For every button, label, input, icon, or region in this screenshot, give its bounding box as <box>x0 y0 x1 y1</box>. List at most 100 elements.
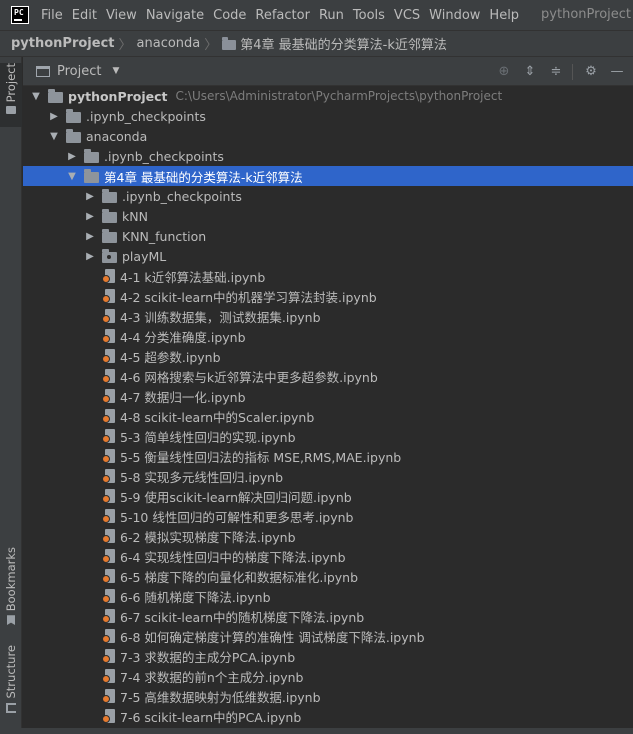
tree-item-folder[interactable]: ▶ .ipynb_checkpoints <box>23 106 633 126</box>
gear-icon[interactable]: ⚙ <box>583 64 599 80</box>
bookmark-icon <box>7 615 15 625</box>
tree-item-file[interactable]: ▸5-10 线性回归的可解性和更多思考.ipynb <box>23 506 633 526</box>
menu-help[interactable]: Help <box>489 8 519 23</box>
notebook-file-icon <box>102 428 115 444</box>
tree-item-file[interactable]: ▸4-4 分类准确度.ipynb <box>23 326 633 346</box>
notebook-file-icon <box>102 528 115 544</box>
chevron-down-icon[interactable]: ▼ <box>48 131 60 142</box>
tree-item-file[interactable]: ▸7-3 求数据的主成分PCA.ipynb <box>23 646 633 666</box>
menu-edit[interactable]: Edit <box>72 8 97 23</box>
folder-icon <box>102 208 117 223</box>
tree-item-folder[interactable]: ▶ kNN <box>23 206 633 226</box>
locate-icon[interactable]: ⊕ <box>496 64 512 80</box>
tool-tab-project-label: Project <box>4 63 18 103</box>
chevron-right-icon[interactable]: ▶ <box>66 151 78 162</box>
folder-icon <box>84 168 99 183</box>
notebook-file-icon <box>102 288 115 304</box>
expand-all-icon[interactable]: ⇕ <box>522 64 538 80</box>
project-path-hint: C:\Users\Administrator\PycharmProjects\p… <box>175 89 503 103</box>
breadcrumb: pythonProject 〉 anaconda 〉 第4章 最基础的分类算法-… <box>0 30 633 57</box>
collapse-all-icon[interactable]: ≑ <box>548 64 564 80</box>
menu-run[interactable]: Run <box>319 8 344 23</box>
tree-item-label: 4-8 scikit-learn中的Scaler.ipynb <box>120 409 315 425</box>
menu-code[interactable]: Code <box>213 8 246 23</box>
chevron-down-icon[interactable]: ▼ <box>66 171 78 182</box>
minimize-icon[interactable]: — <box>609 64 625 80</box>
tree-item-file[interactable]: ▸4-8 scikit-learn中的Scaler.ipynb <box>23 406 633 426</box>
tree-item-label: 4-1 k近邻算法基础.ipynb <box>120 269 266 285</box>
breadcrumb-item-anaconda[interactable]: anaconda <box>137 36 201 51</box>
tree-item-file[interactable]: ▸6-6 随机梯度下降法.ipynb <box>23 586 633 606</box>
chevron-right-icon[interactable]: ▶ <box>84 231 96 242</box>
tree-item-file[interactable]: ▸5-9 使用scikit-learn解决回归问题.ipynb <box>23 486 633 506</box>
chevron-down-icon[interactable]: ▼ <box>112 66 119 76</box>
tree-item-file[interactable]: ▸4-2 scikit-learn中的机器学习算法封装.ipynb <box>23 286 633 306</box>
tree-item-folder[interactable]: ▼ pythonProject C:\Users\Administrator\Pyc… <box>23 86 633 106</box>
tree-item-label: 5-3 简单线性回归的实现.ipynb <box>120 429 296 445</box>
notebook-file-icon <box>102 648 115 664</box>
notebook-file-icon <box>102 308 115 324</box>
menu-window[interactable]: Window <box>429 8 480 23</box>
folder-icon <box>66 108 81 123</box>
tree-item-folder[interactable]: ▶ .ipynb_checkpoints <box>23 146 633 166</box>
panel-title[interactable]: Project <box>57 64 101 79</box>
menu-refactor[interactable]: Refactor <box>255 8 310 23</box>
tree-item-label: 5-10 线性回归的可解性和更多思考.ipynb <box>120 509 354 525</box>
tree-item-file[interactable]: ▸4-6 网格搜索与k近邻算法中更多超参数.ipynb <box>23 366 633 386</box>
tree-item-file[interactable]: ▸6-5 梯度下降的向量化和数据标准化.ipynb <box>23 566 633 586</box>
tree-item-folder[interactable]: ▶ .ipynb_checkpoints <box>23 186 633 206</box>
tree-item-file[interactable]: ▸7-4 求数据的前n个主成分.ipynb <box>23 666 633 686</box>
folder-icon <box>6 106 16 115</box>
chevron-right-icon[interactable]: ▶ <box>84 251 96 262</box>
tree-item-label: .ipynb_checkpoints <box>104 148 224 164</box>
tree-item-file[interactable]: ▸5-5 衡量线性回归法的指标 MSE,RMS,MAE.ipynb <box>23 446 633 466</box>
menu-file[interactable]: File <box>41 8 63 23</box>
tree-item-file[interactable]: ▸4-1 k近邻算法基础.ipynb <box>23 266 633 286</box>
tree-item-folder[interactable]: ▶ KNN_function <box>23 226 633 246</box>
notebook-file-icon <box>102 708 115 724</box>
tree-item-file[interactable]: ▸4-3 训练数据集，测试数据集.ipynb <box>23 306 633 326</box>
tree-item-folder[interactable]: ▼ anaconda <box>23 126 633 146</box>
tree-item-file[interactable]: ▸6-7 scikit-learn中的随机梯度下降法.ipynb <box>23 606 633 626</box>
tool-tab-bookmarks[interactable]: Bookmarks <box>0 547 22 629</box>
chevron-right-icon[interactable]: ▶ <box>48 111 60 122</box>
tree-item-file[interactable]: ▸4-7 数据归一化.ipynb <box>23 386 633 406</box>
tree-item-label: anaconda <box>86 128 148 144</box>
menu-tools[interactable]: Tools <box>353 8 385 23</box>
tool-tab-project[interactable]: Project <box>0 63 22 127</box>
tree-item-file[interactable]: ▸4-5 超参数.ipynb <box>23 346 633 366</box>
notebook-file-icon <box>102 488 115 504</box>
menu-vcs[interactable]: VCS <box>394 8 420 23</box>
chevron-down-icon[interactable]: ▼ <box>30 91 42 102</box>
tree-item-label: 7-4 求数据的前n个主成分.ipynb <box>120 669 304 685</box>
notebook-file-icon <box>102 328 115 344</box>
tree-item-label: 4-2 scikit-learn中的机器学习算法封装.ipynb <box>120 289 377 305</box>
tree-item-label: .ipynb_checkpoints <box>122 188 242 204</box>
tree-item-file[interactable]: ▸5-3 简单线性回归的实现.ipynb <box>23 426 633 446</box>
tool-tab-structure[interactable]: Structure <box>0 645 22 723</box>
breadcrumb-separator: 〉 <box>118 38 132 53</box>
chevron-right-icon[interactable]: ▶ <box>84 211 96 222</box>
tree-item-file[interactable]: ▸6-8 如何确定梯度计算的准确性 调试梯度下降法.ipynb <box>23 626 633 646</box>
tree-item-file[interactable]: ▸7-5 高维数据映射为低维数据.ipynb <box>23 686 633 706</box>
window-title: pythonProject <box>541 7 631 22</box>
panel-toolbar: ⊕ ⇕ ≑ ⚙ — <box>486 57 633 86</box>
breadcrumb-item-project[interactable]: pythonProject <box>11 36 115 51</box>
breadcrumb-item-chapter[interactable]: 第4章 最基础的分类算法-k近邻算法 <box>240 34 447 53</box>
tree-item-folder[interactable]: ▶ playML <box>23 246 633 266</box>
tree-item-label: 7-6 scikit-learn中的PCA.ipynb <box>120 709 302 725</box>
window-icon <box>36 65 50 77</box>
tree-item-label: 6-8 如何确定梯度计算的准确性 调试梯度下降法.ipynb <box>120 629 425 645</box>
pycharm-logo-icon[interactable]: PC <box>11 6 29 24</box>
tree-item-label: .ipynb_checkpoints <box>86 108 206 124</box>
tree-item-label: 7-5 高维数据映射为低维数据.ipynb <box>120 689 321 705</box>
breadcrumb-separator: 〉 <box>204 38 218 53</box>
tree-item-file[interactable]: ▸6-4 实现线性回归中的梯度下降法.ipynb <box>23 546 633 566</box>
menu-navigate[interactable]: Navigate <box>146 8 204 23</box>
tree-item-file[interactable]: ▸6-2 模拟实现梯度下降法.ipynb <box>23 526 633 546</box>
tree-item-file[interactable]: ▸5-8 实现多元线性回归.ipynb <box>23 466 633 486</box>
tree-item-file[interactable]: ▸7-6 scikit-learn中的PCA.ipynb <box>23 706 633 726</box>
tree-item-folder[interactable]: ▼ 第4章 最基础的分类算法-k近邻算法 <box>23 166 633 186</box>
menu-view[interactable]: View <box>106 8 137 23</box>
chevron-right-icon[interactable]: ▶ <box>84 191 96 202</box>
